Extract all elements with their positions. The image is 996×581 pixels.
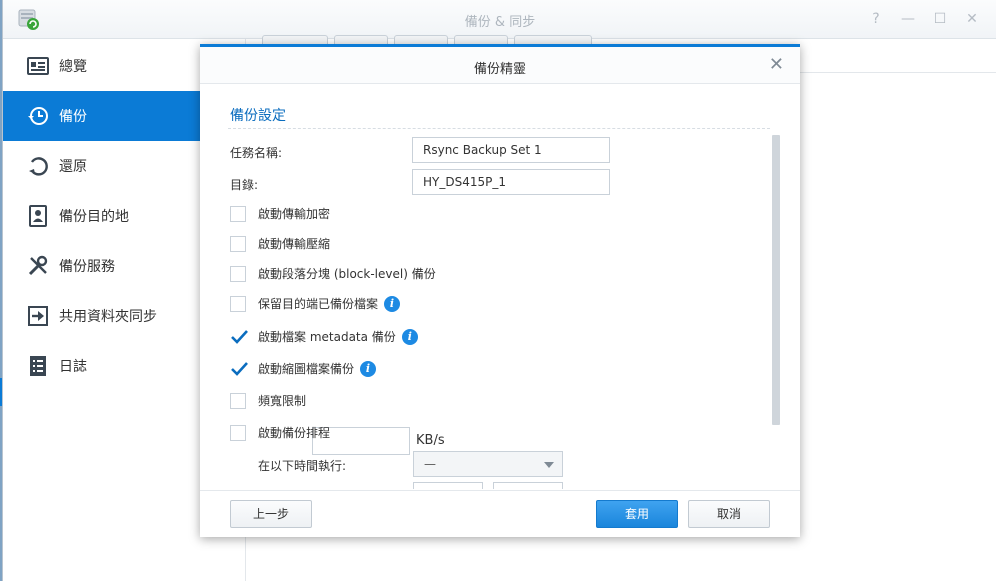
destination-icon <box>27 205 49 227</box>
overview-icon <box>27 55 49 77</box>
option-transfer-encryption[interactable]: 啟動傳輸加密 <box>230 205 330 222</box>
chevron-down-icon <box>544 462 554 468</box>
sidebar-item-label: 還原 <box>59 159 87 175</box>
checkbox[interactable] <box>230 265 246 282</box>
run-time-value: — <box>424 457 436 471</box>
option-backup-schedule[interactable]: 啟動備份排程 <box>230 424 330 441</box>
restore-icon <box>27 155 49 177</box>
back-button[interactable]: 上一步 <box>230 500 312 528</box>
info-icon[interactable]: i <box>401 328 418 345</box>
bandwidth-unit: KB/s <box>416 433 445 448</box>
close-window-icon[interactable]: ✕ <box>961 9 983 29</box>
option-metadata-backup[interactable]: 啟動檔案 metadata 備份 i <box>230 328 418 345</box>
sidebar-item-label: 共用資料夾同步 <box>59 309 157 325</box>
section-divider <box>228 128 770 129</box>
backup-wizard-dialog: 備份精靈 ✕ 備份設定 任務名稱: 目錄: 啟動傳輸加密 啟動傳輸壓縮 啟動段落… <box>200 44 800 537</box>
sync-icon <box>27 305 49 327</box>
option-label: 啟動縮圖檔案備份 <box>258 362 355 376</box>
apply-button[interactable]: 套用 <box>596 500 678 528</box>
sidebar-item-label: 備份服務 <box>59 259 115 275</box>
run-time-select[interactable]: — <box>413 451 563 477</box>
window-title: 備份 & 同步 <box>464 15 536 30</box>
cancel-button[interactable]: 取消 <box>688 500 770 528</box>
dialog-scrollbar[interactable] <box>772 135 780 425</box>
partial-time-field[interactable] <box>493 482 563 489</box>
window-titlebar: 備份 & 同步 ? — ☐ ✕ <box>3 0 996 39</box>
sidebar-item-label: 備份 <box>59 109 87 125</box>
run-time-label: 在以下時間執行: <box>258 459 347 473</box>
dialog-footer: 上一步 套用 取消 <box>200 490 800 537</box>
checkbox[interactable] <box>230 235 246 252</box>
option-label: 啟動傳輸壓縮 <box>258 237 331 251</box>
option-label: 頻寬限制 <box>258 394 307 408</box>
task-name-label: 任務名稱: <box>230 146 283 160</box>
checkbox-checked[interactable] <box>230 360 248 377</box>
option-keep-destination-files[interactable]: 保留目的端已備份檔案 i <box>230 295 401 312</box>
option-transfer-compression[interactable]: 啟動傳輸壓縮 <box>230 235 330 252</box>
option-label: 保留目的端已備份檔案 <box>258 297 379 311</box>
option-label: 啟動傳輸加密 <box>258 207 331 221</box>
task-name-input[interactable] <box>412 137 610 163</box>
checkmark-icon <box>231 329 248 344</box>
window-controls: ? — ☐ ✕ <box>865 9 983 29</box>
option-block-level-backup[interactable]: 啟動段落分塊 (block-level) 備份 <box>230 265 436 282</box>
left-edge-accent <box>0 378 2 406</box>
backup-clock-icon <box>27 105 49 127</box>
partial-time-field[interactable] <box>413 482 483 489</box>
checkbox[interactable] <box>230 424 246 441</box>
dialog-header: 備份精靈 ✕ <box>200 47 800 84</box>
option-label: 啟動備份排程 <box>258 426 331 440</box>
destination-label: 目錄: <box>230 178 259 192</box>
tools-icon <box>27 255 49 277</box>
info-icon[interactable]: i <box>360 360 377 377</box>
option-bandwidth-limit[interactable]: 頻寬限制 <box>230 392 306 409</box>
option-label: 啟動段落分塊 (block-level) 備份 <box>258 267 436 281</box>
checkbox[interactable] <box>230 392 246 409</box>
help-icon[interactable]: ? <box>865 9 887 29</box>
log-icon <box>27 355 49 377</box>
option-thumbnail-backup[interactable]: 啟動縮圖檔案備份 i <box>230 360 377 377</box>
info-icon[interactable]: i <box>384 295 401 312</box>
close-icon[interactable]: ✕ <box>769 54 784 75</box>
dialog-title: 備份精靈 <box>473 62 526 77</box>
checkbox[interactable] <box>230 295 246 312</box>
option-label: 啟動檔案 metadata 備份 <box>258 330 396 344</box>
dialog-body: 備份設定 任務名稱: 目錄: 啟動傳輸加密 啟動傳輸壓縮 啟動段落分塊 (blo… <box>200 87 800 489</box>
checkmark-icon <box>231 361 248 376</box>
maximize-icon[interactable]: ☐ <box>929 9 951 29</box>
section-title: 備份設定 <box>230 108 286 124</box>
minimize-icon[interactable]: — <box>897 9 919 29</box>
sidebar-item-label: 日誌 <box>59 359 87 375</box>
checkbox-checked[interactable] <box>230 328 248 345</box>
destination-input[interactable] <box>412 169 610 195</box>
checkbox[interactable] <box>230 205 246 222</box>
sidebar-item-label: 總覽 <box>59 59 87 75</box>
sidebar-item-label: 備份目的地 <box>59 209 129 225</box>
